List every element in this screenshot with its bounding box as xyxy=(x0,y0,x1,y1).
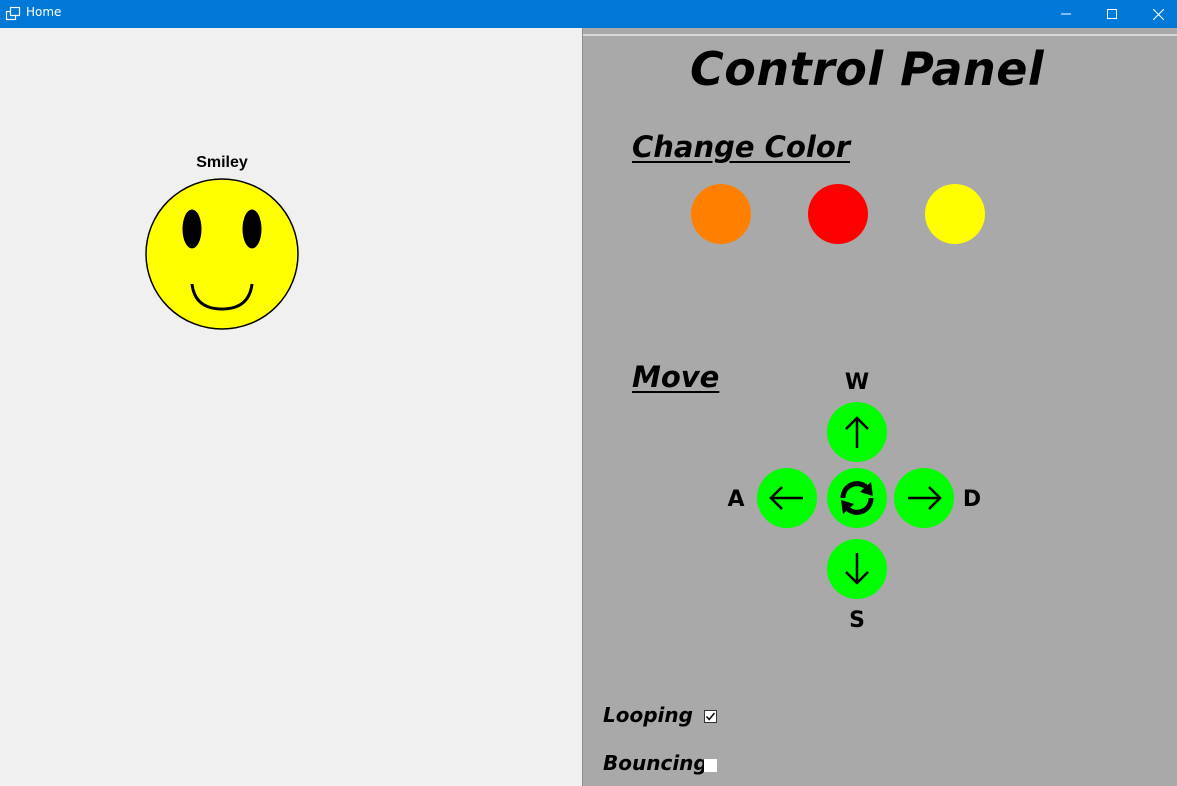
key-label-left: A xyxy=(727,487,745,512)
checkmark-icon xyxy=(705,712,716,721)
bouncing-label: Bouncing xyxy=(603,751,708,775)
smiley-label: Smiley xyxy=(196,154,248,171)
reset-position-button[interactable] xyxy=(827,468,887,528)
smiley-face[interactable] xyxy=(145,177,300,331)
color-yellow-button[interactable] xyxy=(925,184,985,244)
key-label-up: W xyxy=(844,370,870,395)
window-title: Home xyxy=(26,5,62,19)
refresh-icon xyxy=(840,481,874,515)
minimize-icon xyxy=(1061,13,1071,15)
move-down-button[interactable] xyxy=(827,539,887,599)
title-bar: Home xyxy=(0,0,1177,28)
change-color-heading: Change Color xyxy=(632,130,851,164)
close-button[interactable] xyxy=(1135,0,1177,28)
app-window-icon xyxy=(5,6,21,22)
arrow-right-icon xyxy=(908,486,942,510)
color-orange-button[interactable] xyxy=(691,184,751,244)
right-eye xyxy=(242,209,262,249)
close-icon xyxy=(1152,8,1164,20)
move-left-button[interactable] xyxy=(757,468,817,528)
key-label-down: S xyxy=(849,608,865,633)
bouncing-checkbox[interactable] xyxy=(704,759,717,772)
move-up-button[interactable] xyxy=(827,402,887,462)
maximize-icon xyxy=(1107,9,1117,19)
arrow-left-icon xyxy=(769,486,803,510)
arrow-down-icon xyxy=(845,553,869,585)
looping-label: Looping xyxy=(603,703,693,727)
key-label-right: D xyxy=(962,487,982,512)
panel-top-divider xyxy=(583,34,1177,36)
left-eye xyxy=(182,209,202,249)
color-red-button[interactable] xyxy=(808,184,868,244)
move-heading: Move xyxy=(632,360,720,394)
control-panel-title: Control Panel xyxy=(690,42,1045,96)
drawing-canvas xyxy=(0,28,582,786)
arrow-up-icon xyxy=(845,416,869,448)
move-right-button[interactable] xyxy=(894,468,954,528)
maximize-button[interactable] xyxy=(1089,0,1135,28)
looping-checkbox[interactable] xyxy=(704,710,717,723)
minimize-button[interactable] xyxy=(1043,0,1089,28)
